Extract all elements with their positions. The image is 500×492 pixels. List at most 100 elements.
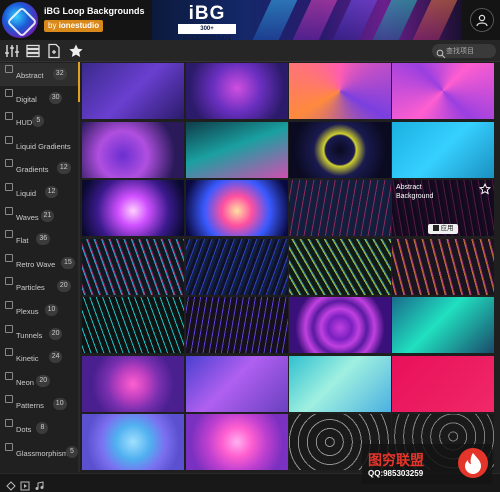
- search-box[interactable]: [432, 44, 496, 59]
- sidebar-item-plexus[interactable]: Plexus 10: [0, 299, 78, 322]
- category-icon: [5, 112, 13, 121]
- sidebar-item-label: Liquid: [16, 189, 37, 198]
- category-icon: [5, 159, 13, 168]
- sidebar-item-hud[interactable]: HUD 5: [0, 110, 78, 133]
- background-thumbnail[interactable]: [82, 180, 184, 236]
- banner-logo: iBG 300+ BACKGROUNDS: [178, 3, 236, 40]
- header: iBG Loop Backgrounds by ionestudio iBG 3…: [0, 0, 500, 40]
- background-thumbnail[interactable]: [186, 297, 288, 353]
- background-thumbnail[interactable]: [392, 238, 494, 295]
- background-thumbnail[interactable]: [186, 355, 288, 412]
- category-count-badge: 15: [61, 256, 75, 269]
- sidebar-item-gradients[interactable]: Gradients 12: [0, 157, 78, 180]
- sidebar-item-liquid[interactable]: Liquid 12: [0, 181, 78, 204]
- background-thumbnail[interactable]: [82, 238, 184, 295]
- sidebar-item-tunnels[interactable]: Tunnels 20: [0, 323, 78, 346]
- category-icon: [5, 419, 13, 427]
- category-icon: [5, 88, 13, 97]
- background-thumbnail[interactable]: [289, 297, 391, 353]
- category-icon: [5, 206, 13, 215]
- background-thumbnail[interactable]: [289, 121, 391, 178]
- category-count-badge: 24: [48, 351, 63, 364]
- category-count-badge: 30: [48, 91, 63, 104]
- background-thumbnail[interactable]: [392, 121, 494, 178]
- search-input[interactable]: [446, 44, 494, 58]
- sidebar-item-label: Patterns: [16, 401, 44, 411]
- background-thumbnail[interactable]: [82, 63, 184, 119]
- background-thumbnail[interactable]: [289, 180, 391, 236]
- thumbnail-title: Abstract Background: [396, 184, 434, 200]
- background-thumbnail[interactable]: [392, 355, 494, 412]
- background-thumbnail[interactable]: [186, 414, 288, 470]
- background-thumbnail[interactable]: [186, 238, 288, 295]
- category-count-badge: 12: [56, 162, 71, 175]
- app-logo-icon: [2, 2, 38, 38]
- background-thumbnail[interactable]: [186, 63, 288, 119]
- app-title: iBG Loop Backgrounds: [44, 6, 145, 16]
- background-thumbnail[interactable]: [82, 297, 184, 353]
- settings-icon[interactable]: [6, 478, 16, 491]
- new-file-icon[interactable]: [46, 43, 62, 59]
- sidebar-item-label: Tunnels: [16, 330, 43, 340]
- banner-subtitle: 300+ BACKGROUNDS: [178, 24, 236, 40]
- category-count-badge: 36: [36, 233, 51, 246]
- sidebar-item-label: Neon: [16, 377, 34, 387]
- background-thumbnail[interactable]: [82, 355, 184, 412]
- favorites-star-icon[interactable]: [68, 43, 84, 59]
- background-grid: Abstract Background 应用: [82, 63, 496, 473]
- background-thumbnail[interactable]: [186, 121, 288, 178]
- sidebar-item-label: Dots: [16, 425, 32, 434]
- sidebar-item-waves[interactable]: Waves 21: [0, 205, 78, 228]
- sidebar-item-label: Liquid Gradients: [16, 141, 71, 151]
- sidebar-item-label: Waves: [16, 212, 39, 222]
- apply-check-icon: [432, 225, 439, 231]
- category-count-badge: 10: [44, 304, 59, 316]
- sidebar-item-label: Plexus: [16, 307, 39, 316]
- category-count-badge: 8: [36, 422, 49, 434]
- sidebar-item-liquid-gradients[interactable]: Liquid Gradients: [0, 134, 78, 157]
- favorite-star-icon[interactable]: [478, 182, 492, 195]
- toolbar: [0, 40, 500, 62]
- category-sidebar: Abstract 32 Digital 30 HUD 5 Liquid Gradients G…: [0, 62, 80, 472]
- promo-banner[interactable]: iBG 300+ BACKGROUNDS: [152, 0, 462, 40]
- watermark-qq: QQ:985303259: [368, 469, 424, 478]
- sidebar-item-label: Glassmorphism: [16, 448, 69, 458]
- background-thumbnail[interactable]: [186, 180, 288, 236]
- sidebar-item-abstract[interactable]: Abstract 32: [0, 63, 78, 86]
- sidebar-item-retro-wave[interactable]: Retro Wave 15: [0, 252, 78, 275]
- category-icon: [5, 253, 13, 262]
- sidebar-item-flat[interactable]: Flat 36: [0, 228, 78, 251]
- sidebar-item-label: Flat: [16, 236, 29, 246]
- background-thumbnail[interactable]: [289, 238, 391, 295]
- sidebar-item-dots[interactable]: Dots 8: [0, 417, 78, 440]
- apply-button[interactable]: 应用: [428, 224, 458, 234]
- sidebar-item-glassmorphism[interactable]: Glassmorphism 5: [0, 441, 78, 464]
- category-icon: [5, 65, 13, 73]
- background-thumbnail[interactable]: [82, 414, 184, 470]
- background-thumbnail[interactable]: [289, 63, 391, 119]
- category-count-badge: 5: [32, 115, 45, 128]
- background-thumbnail[interactable]: [82, 121, 184, 178]
- sidebar-item-neon[interactable]: Neon 20: [0, 370, 78, 393]
- sidebar-item-particles[interactable]: Particles 20: [0, 275, 78, 298]
- sliders-icon[interactable]: [4, 43, 20, 59]
- category-icon: [5, 371, 13, 380]
- brand-badge[interactable]: by ionestudio: [44, 20, 104, 32]
- background-thumbnail[interactable]: Abstract Background 应用: [392, 180, 494, 236]
- list-icon[interactable]: [25, 43, 41, 59]
- sidebar-scrollbar[interactable]: [78, 62, 80, 472]
- play-icon[interactable]: [20, 478, 30, 491]
- background-thumbnail[interactable]: [392, 63, 494, 119]
- category-count-badge: 12: [44, 186, 59, 198]
- category-count-badge: 10: [52, 398, 67, 411]
- background-thumbnail[interactable]: [392, 297, 494, 353]
- sidebar-item-patterns[interactable]: Patterns 10: [0, 393, 78, 416]
- scrollbar-thumb[interactable]: [78, 62, 80, 102]
- sidebar-item-digital[interactable]: Digital 30: [0, 87, 78, 110]
- sidebar-item-kinetic[interactable]: Kinetic 24: [0, 346, 78, 369]
- search-icon: [436, 46, 446, 59]
- music-icon[interactable]: [34, 478, 44, 490]
- category-icon: [5, 183, 13, 191]
- background-thumbnail[interactable]: [289, 355, 391, 412]
- user-avatar-icon[interactable]: [470, 8, 494, 32]
